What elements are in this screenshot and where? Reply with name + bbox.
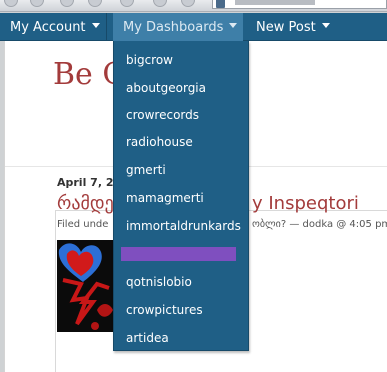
new-post-label: New Post [256,20,316,35]
new-post-menu[interactable]: New Post [246,13,387,41]
stop-icon[interactable] [88,0,102,7]
post-date: April 7, 2 [57,176,114,189]
my-account-menu[interactable]: My Account [0,13,107,41]
dashboard-item-aboutgeorgia[interactable]: aboutgeorgia [126,80,206,96]
caret-down-icon [321,23,330,28]
admin-bar: My Account My Dashboards New Post [0,13,387,41]
caret-down-icon [91,23,100,28]
forward-icon[interactable] [30,0,44,7]
reload-icon[interactable] [60,0,74,7]
dashboards-dropdown: bigcrow aboutgeorgia crowrecords radioho… [113,41,249,351]
dashboard-item-gmerti[interactable]: gmerti [126,162,166,178]
dashboard-item-crowpictures[interactable]: crowpictures [126,302,203,318]
post-image [57,240,119,332]
dashboard-item-bigcrow[interactable]: bigcrow [126,52,173,68]
post-title[interactable]: რამდე [57,193,114,214]
back-icon[interactable] [4,0,18,7]
caret-down-icon [229,23,238,28]
my-dashboards-menu[interactable]: My Dashboards [113,13,243,41]
post-meta: Filed unde [57,219,109,230]
toolbar-icon[interactable] [181,0,195,7]
dashboard-item-radiohouse[interactable]: radiohouse [126,134,193,150]
address-text [235,0,315,5]
favicon-icon [216,0,225,8]
post-title-continued[interactable]: y Inspeqtori [252,193,359,214]
dashboard-item-immortaldrunkards[interactable]: immortaldrunkards [126,218,241,234]
address-bar[interactable] [212,0,387,9]
post-meta-continued: ობლი? — dodka @ 4:05 pm [252,219,387,230]
dashboard-item-mamagmerti[interactable]: mamagmerti [126,190,204,206]
my-account-label: My Account [10,20,86,35]
dashboard-item-redacted[interactable] [121,247,236,261]
browser-toolbar [0,0,387,12]
home-icon[interactable] [120,0,134,7]
post-image-art [57,240,119,332]
my-dashboards-label: My Dashboards [123,20,224,35]
toolbar-icon[interactable] [153,0,167,7]
dashboard-item-qotnislobio[interactable]: qotnislobio [126,274,192,290]
dashboard-item-crowrecords[interactable]: crowrecords [126,107,199,123]
dashboard-item-artidea[interactable]: artidea [126,330,169,346]
